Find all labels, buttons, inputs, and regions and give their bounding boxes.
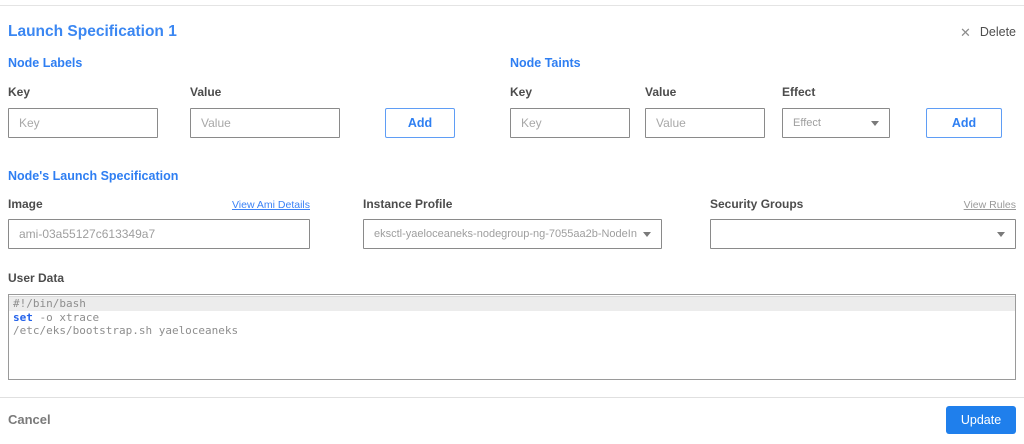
code-line: set -o xtrace: [13, 310, 100, 324]
node-labels-section: Node Labels Key Value Add: [8, 56, 502, 138]
launch-spec-fields-row: Image View Ami Details Instance Profile …: [8, 197, 1016, 249]
instance-profile-group: Instance Profile eksctl-yaeloceaneks-nod…: [363, 197, 662, 249]
instance-profile-value: eksctl-yaeloceaneks-nodegroup-ng-7055aa2…: [374, 228, 637, 240]
code-line: #!/bin/bash: [9, 296, 1015, 311]
node-taints-add-button[interactable]: Add: [926, 108, 1002, 138]
chevron-down-icon: [997, 231, 1005, 237]
user-data-code-editor[interactable]: #!/bin/bash set -o xtrace/etc/eks/bootstr…: [8, 294, 1016, 380]
node-labels-key-input[interactable]: [8, 108, 158, 138]
launch-spec-panel: Launch Specification 1 ✕ Delete Node Lab…: [0, 23, 1024, 380]
node-taints-key-input[interactable]: [510, 108, 630, 138]
instance-profile-label-row: Instance Profile: [363, 197, 662, 211]
node-labels-key-group: Key: [8, 85, 158, 138]
chevron-down-icon: [643, 231, 651, 237]
instance-profile-label: Instance Profile: [363, 197, 453, 211]
labels-taints-row: Node Labels Key Value Add Node Taints Ke…: [8, 56, 1016, 138]
image-label-row: Image View Ami Details: [8, 197, 310, 211]
security-groups-label: Security Groups: [710, 197, 804, 211]
node-labels-value-label: Value: [190, 85, 222, 99]
node-taints-value-group: Value: [645, 85, 765, 138]
node-labels-key-label: Key: [8, 85, 31, 99]
chevron-down-icon: [871, 120, 879, 126]
node-taints-effect-label: Effect: [782, 85, 816, 99]
node-taints-key-label: Key: [510, 85, 533, 99]
node-taints-fields: Key Value Effect Effect Add: [510, 85, 1016, 138]
view-rules-link[interactable]: View Rules: [964, 199, 1016, 211]
top-divider: [0, 5, 1024, 6]
node-labels-add-button[interactable]: Add: [385, 108, 455, 138]
image-label: Image: [8, 197, 43, 211]
delete-button-label: Delete: [979, 25, 1016, 39]
panel-header: Launch Specification 1 ✕ Delete: [8, 23, 1016, 41]
image-group: Image View Ami Details: [8, 197, 310, 249]
update-button[interactable]: Update: [946, 405, 1016, 434]
node-taints-value-label: Value: [645, 85, 677, 99]
launch-spec-heading: Node's Launch Specification: [8, 169, 179, 183]
security-groups-label-row: Security Groups View Rules: [710, 197, 1016, 211]
close-icon: ✕: [959, 24, 971, 40]
security-groups-group: Security Groups View Rules: [710, 197, 1016, 249]
node-taints-heading: Node Taints: [510, 56, 581, 70]
node-taints-value-input[interactable]: [645, 108, 765, 138]
node-labels-value-input[interactable]: [190, 108, 340, 138]
node-taints-key-group: Key: [510, 85, 630, 138]
view-ami-details-link[interactable]: View Ami Details: [232, 199, 310, 211]
node-labels-value-group: Value: [190, 85, 340, 138]
user-data-section: User Data #!/bin/bash set -o xtrace/etc/e…: [8, 269, 1016, 380]
security-groups-select[interactable]: [710, 219, 1016, 249]
image-input[interactable]: [8, 219, 310, 249]
node-taints-effect-select[interactable]: Effect: [782, 108, 890, 138]
instance-profile-select[interactable]: eksctl-yaeloceaneks-nodegroup-ng-7055aa2…: [363, 219, 662, 249]
delete-button[interactable]: ✕ Delete: [960, 25, 1016, 39]
code-line: /etc/eks/bootstrap.sh yaeloceaneks: [13, 324, 239, 337]
node-labels-heading: Node Labels: [8, 56, 83, 70]
node-taints-section: Node Taints Key Value Effect Effect: [510, 56, 1016, 138]
page-title: Launch Specification 1: [8, 23, 177, 40]
node-labels-fields: Key Value Add: [8, 85, 502, 138]
cancel-button[interactable]: Cancel: [8, 412, 51, 427]
footer-bar: Cancel Update: [0, 397, 1024, 441]
user-data-label: User Data: [8, 271, 65, 285]
effect-select-placeholder: Effect: [793, 117, 821, 129]
node-taints-effect-group: Effect Effect: [782, 85, 890, 138]
